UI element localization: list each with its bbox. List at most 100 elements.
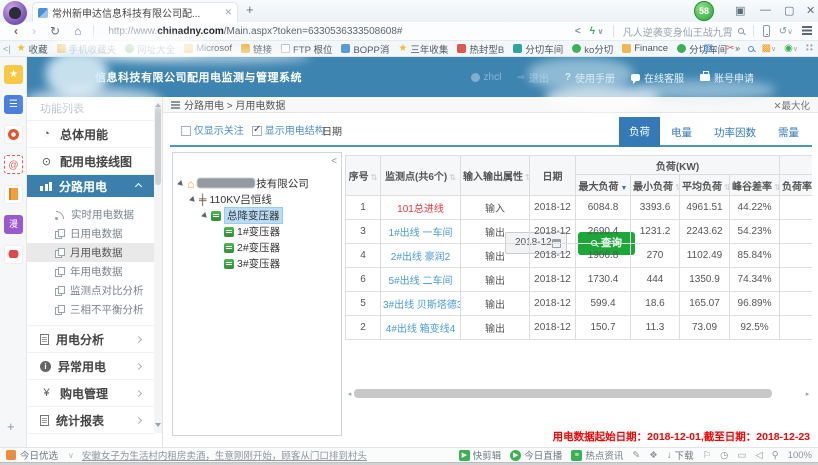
browser-tab[interactable]: 常州新申达信息科技有限公司配... ✕ <box>32 2 238 22</box>
scroll-down-icon[interactable] <box>155 423 161 430</box>
scrollbar-thumb[interactable] <box>155 107 161 185</box>
account-link[interactable]: 账号申请 <box>700 70 754 85</box>
checkbox-checked-icon[interactable] <box>252 126 262 136</box>
skin-button-icon[interactable]: ▣ <box>735 4 745 17</box>
col-peak-valley-rate[interactable]: 峰谷差率⇅ <box>730 175 780 196</box>
table-horizontal-scrollbar[interactable]: ◂ ▸ <box>345 388 812 399</box>
tree-toggle-icon[interactable] <box>177 180 187 190</box>
sort-icon[interactable]: ⇅ <box>525 173 530 182</box>
tree-node-label[interactable]: 2#变压器 <box>237 240 280 255</box>
tree-toggle-icon[interactable] <box>189 196 199 206</box>
sidebar-item-用电分析[interactable]: 用电分析 <box>27 326 155 353</box>
table-row[interactable]: 42#出线 豪润2输出2018-121906.82701102.4985.84% <box>346 244 813 268</box>
bookmark-item[interactable]: ★三年收集 <box>398 42 448 56</box>
bookmark-item[interactable]: Microsof <box>184 43 232 54</box>
sidebar-item-购电管理[interactable]: ¥购电管理 <box>27 380 155 407</box>
paw-icon[interactable]: ❖ <box>649 450 658 461</box>
tree-node[interactable]: 2#变压器 <box>179 240 341 255</box>
sidebar-item-分路用电[interactable]: 分路用电 <box>27 175 155 197</box>
chevron-down-icon[interactable]: ∨ <box>68 451 74 460</box>
tab-close-icon[interactable]: ✕ <box>224 7 232 18</box>
bookmark-item[interactable]: 热封型B <box>457 42 504 56</box>
cell-monitor-point-link[interactable]: 2#出线 豪润2 <box>381 244 461 268</box>
new-tab-button[interactable]: + <box>246 2 254 17</box>
sidebar-item-异常用电[interactable]: i异常用电 <box>27 353 155 380</box>
cell-monitor-point-link[interactable]: 5#出线 二车间 <box>381 268 461 292</box>
manual-link[interactable]: ?使用手册 <box>565 70 615 85</box>
zoom-level[interactable]: 100% <box>788 450 812 461</box>
tree-node[interactable]: ⌂技有限公司 <box>179 176 341 191</box>
only-follow-checkbox[interactable]: 仅显示关注 <box>181 122 244 137</box>
pen-icon[interactable]: ✎ <box>632 450 640 461</box>
tree-node-label[interactable]: 技有限公司 <box>197 176 309 191</box>
search-icon[interactable] <box>738 28 744 34</box>
scroll-right-icon[interactable]: ▸ <box>803 390 812 398</box>
col-point[interactable]: 监测点(共6个)⇅ <box>381 156 461 196</box>
flag-icon[interactable]: ⚐ <box>703 450 712 461</box>
show-structure-checkbox[interactable]: 显示用电结构 <box>252 122 325 137</box>
scroll-up-icon[interactable] <box>155 100 161 107</box>
tree-collapse-icon[interactable]: < <box>331 156 337 167</box>
apps-grid-icon[interactable]: ∷ <box>806 43 813 54</box>
col-load-rate[interactable]: 负荷率 <box>780 175 812 196</box>
download-button[interactable]: ↓下载 <box>667 448 694 462</box>
col-max-load[interactable]: 最大负荷▼ <box>576 175 631 196</box>
window-icon[interactable]: ▭ <box>737 450 746 461</box>
bookmark-item[interactable]: 分切车间 <box>513 42 563 56</box>
sort-desc-icon[interactable]: ▼ <box>621 185 628 192</box>
maximize-button[interactable]: ✕最大化 <box>774 98 810 112</box>
games-icon[interactable] <box>4 245 23 264</box>
menu-icon[interactable] <box>802 26 812 28</box>
bookmarks-collapse-icon[interactable]: <| <box>3 44 11 54</box>
news-ticker-link[interactable]: 安徽女子为生活村内租房卖酒，生意刚刚开始，顾客从门口排到村头 <box>82 448 367 462</box>
tree-node[interactable]: ╪110KV吕恒线 <box>179 192 341 207</box>
news-feed-icon[interactable]: ☰ <box>4 95 23 114</box>
screenshot-at-icon[interactable]: @ <box>4 155 23 174</box>
tree-toggle-icon[interactable] <box>201 212 211 222</box>
sidebar-subitem-年用电数据[interactable]: 年用电数据 <box>27 262 155 281</box>
hscroll-thumb[interactable] <box>354 389 772 398</box>
bookmark-item[interactable]: FTP 根位 <box>281 42 332 56</box>
booster-icon[interactable]: ϟ ∨ <box>590 26 604 37</box>
col-avg-load[interactable]: 平均负荷⇅ <box>680 175 730 196</box>
browser-profile-avatar[interactable] <box>3 1 27 25</box>
tree-node-label[interactable]: 3#变压器 <box>237 256 280 271</box>
bookmark-item[interactable]: ko分切 <box>572 42 613 56</box>
home-icon[interactable]: ⌂ <box>74 23 81 40</box>
refresh-icon[interactable]: ↻ <box>50 23 60 40</box>
manga-icon[interactable]: 漫 <box>4 215 23 234</box>
cell-monitor-point-link[interactable]: 101总进线 <box>381 196 461 220</box>
restore-icon[interactable]: ▢ <box>784 4 794 17</box>
col-direction[interactable]: 输入输出属性⇅ <box>461 156 530 196</box>
table-row[interactable]: 53#出线 贝斯塔德3输出2018-12599.418.6165.0796.89… <box>346 292 813 316</box>
sidebar-subitem-实时用电数据[interactable]: 实时用电数据 <box>27 205 155 224</box>
speed-ball[interactable]: 58 <box>694 1 714 21</box>
daily-pick-label[interactable]: 今日优选 <box>20 448 58 462</box>
table-row[interactable]: 1101总进线输入2018-126084.83393.64961.5144.22… <box>346 196 813 220</box>
sidebar-subitem-月用电数据[interactable]: 月用电数据 <box>27 243 155 262</box>
shield-icon[interactable]: ◉∨ <box>784 43 798 54</box>
tab-负荷[interactable]: 负荷 <box>619 117 660 147</box>
clock-icon[interactable]: ◷ <box>720 450 728 461</box>
user-menu[interactable]: zhcl <box>471 72 502 83</box>
notebook-icon[interactable] <box>4 185 23 204</box>
tab-需量[interactable]: 需量 <box>767 119 810 147</box>
tree-node-label[interactable]: 110KV吕恒线 <box>209 192 271 207</box>
service-link[interactable]: 在线客服 <box>631 70 684 85</box>
cell-monitor-point-link[interactable]: 4#出线 箱变线4 <box>381 316 461 340</box>
add-panel-icon[interactable]: + <box>7 419 15 434</box>
wallet-icon[interactable]: ▩∨ <box>762 43 777 54</box>
tree-node-label[interactable]: 总降变压器 <box>224 207 283 224</box>
table-row[interactable]: 24#出线 箱变线4输出2018-12150.711.373.0992.5% <box>346 316 813 340</box>
sort-icon[interactable]: ⇅ <box>774 183 780 192</box>
share-icon[interactable]: < <box>575 26 581 37</box>
bookmark-item[interactable]: BOPP消 <box>341 42 389 56</box>
bookmark-item[interactable]: 网址大全 <box>125 42 175 56</box>
zoom-icon[interactable]: ⚲ <box>772 450 779 461</box>
mute-icon[interactable]: ◁ <box>755 450 762 461</box>
phone-sync-icon[interactable] <box>763 25 770 37</box>
scroll-left-icon[interactable]: ◂ <box>345 390 354 398</box>
bookmark-item[interactable]: ★收藏 <box>17 42 48 56</box>
status-item-热点资讯[interactable]: ≡热点资讯 <box>571 448 623 462</box>
forward-icon[interactable]: › <box>32 23 36 40</box>
